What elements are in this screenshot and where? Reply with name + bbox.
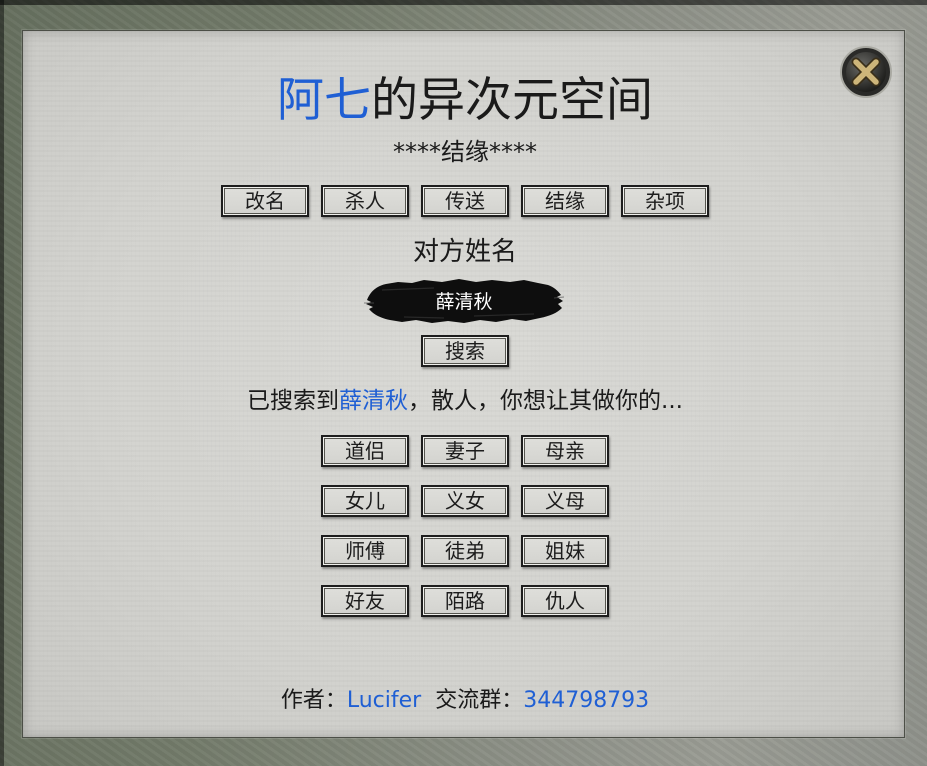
tab-teleport-button[interactable]: 传送	[421, 185, 509, 217]
relation-stranger-button[interactable]: 陌路	[421, 585, 509, 617]
page-title: 阿七的异次元空间	[15, 74, 915, 128]
target-name-input[interactable]: 薛清秋	[364, 276, 564, 328]
tab-kill-button[interactable]: 杀人	[321, 185, 409, 217]
relation-partner-button[interactable]: 道侣	[321, 435, 409, 467]
target-name-label: 对方姓名	[412, 237, 517, 267]
tab-bond-button[interactable]: 结缘	[521, 185, 609, 217]
section-subtitle: ****结缘****	[393, 138, 537, 166]
tab-rename-button[interactable]: 改名	[221, 185, 309, 217]
title-rest: 的异次元空间	[371, 73, 653, 128]
group-label: 交流群：	[435, 688, 524, 713]
relation-disciple-button[interactable]: 徒弟	[421, 535, 509, 567]
relation-daughter-button[interactable]: 女儿	[321, 485, 409, 517]
relation-master-button[interactable]: 师傅	[321, 535, 409, 567]
author-name: Lucifer	[346, 688, 422, 713]
target-name-value: 薛清秋	[435, 291, 493, 313]
result-prefix: 已搜索到	[247, 388, 340, 414]
relation-sister-button[interactable]: 姐妹	[521, 535, 609, 567]
relation-adoptive-mother-button[interactable]: 义母	[521, 485, 609, 517]
search-button[interactable]: 搜索	[421, 335, 509, 367]
footer-credits: 作者：Lucifer 交流群：344798793	[15, 686, 915, 716]
relation-wife-button[interactable]: 妻子	[421, 435, 509, 467]
relation-adopted-daughter-button[interactable]: 义女	[421, 485, 509, 517]
author-label: 作者：	[280, 688, 347, 713]
relation-enemy-button[interactable]: 仇人	[521, 585, 609, 617]
relation-mother-button[interactable]: 母亲	[521, 435, 609, 467]
relation-friend-button[interactable]: 好友	[321, 585, 409, 617]
result-name: 薛清秋	[339, 388, 409, 414]
tab-misc-button[interactable]: 杂项	[621, 185, 709, 217]
dialog-panel	[22, 30, 905, 738]
search-result-text: 已搜索到薛清秋，散人，你想让其做你的...	[15, 386, 915, 416]
group-number: 344798793	[523, 688, 650, 713]
title-owner-name: 阿七	[277, 73, 371, 128]
result-suffix: ，散人，你想让其做你的...	[408, 388, 683, 414]
